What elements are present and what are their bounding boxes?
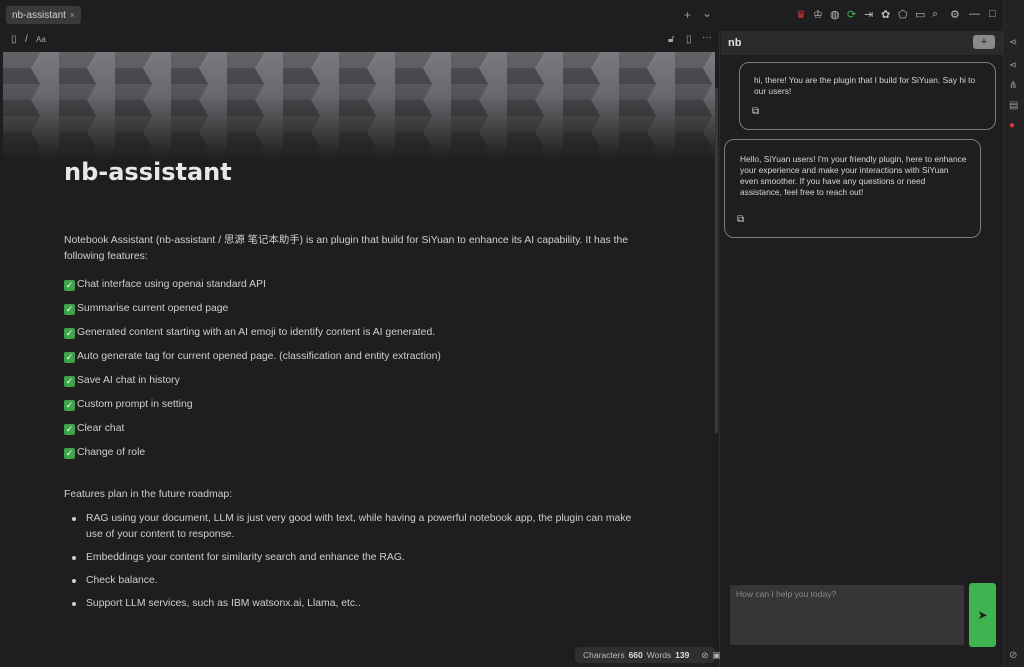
more-icon[interactable]: ··· [702,32,712,43]
feature-item: ✓ Save AI chat in history [64,375,180,387]
check-icon: ✓ [64,279,75,291]
file-icon[interactable]: ▯ [11,34,17,45]
breadcrumb-separator: / [25,34,28,45]
new-chat-button[interactable]: + [973,35,995,49]
import-icon[interactable]: ⇥ [864,8,873,21]
user-message: hi, there! You are the plugin that I bui… [739,62,996,130]
help-icon[interactable]: ⊘ [701,650,708,661]
document-icon[interactable]: ▯ [686,34,692,45]
font-size-icon[interactable]: Aa [36,35,46,44]
terminal-icon[interactable]: ▭ [915,8,925,21]
intro-paragraph: Notebook Assistant (nb-assistant / 思源 笔记… [64,235,629,262]
check-icon: ✓ [64,375,75,387]
editor-scrollbar[interactable] [715,88,718,433]
send-button[interactable]: ➤ [969,583,996,647]
layout-icon[interactable]: ▣ [712,650,720,661]
share-icon[interactable]: ⋖ [1009,37,1017,48]
search-icon[interactable]: ⌕ [932,8,938,21]
check-icon: ✓ [64,327,75,339]
list-item: Embeddings your content for similarity s… [64,550,644,566]
graph-icon[interactable]: ⋖ [1009,60,1017,71]
crown-outline-icon[interactable]: ♔ [813,8,823,21]
roadmap-heading: Features plan in the future roadmap: [64,489,233,500]
assistant-icon[interactable]: ● [1009,120,1015,131]
copy-icon[interactable]: ⧉ [737,214,744,225]
assistant-message: Hello, SiYuan users! I'm your friendly p… [724,139,981,238]
check-icon: ✓ [64,447,75,459]
editor-pane: nb-assistant × + ⌄ ▯ / Aa 🔓︎ ▯ ··· nb-as… [0,0,721,667]
list-item: Support LLM services, such as IBM watson… [64,596,644,612]
globe-icon[interactable]: ◍ [830,8,840,21]
maximize-icon[interactable]: □ [989,8,996,20]
cover-image [3,52,715,160]
chevron-down-icon[interactable]: ⌄ [702,6,712,20]
link-icon[interactable]: ⊘ [1009,650,1017,661]
copy-icon[interactable]: ⧉ [752,106,759,117]
document-body: Notebook Assistant (nb-assistant / 思源 笔记… [64,233,644,619]
check-icon: ✓ [64,423,75,435]
send-icon: ➤ [977,608,988,622]
check-icon: ✓ [64,351,75,363]
panel-title: nb [728,37,742,49]
list-item: Check balance. [64,573,644,589]
tag-icon[interactable]: ⬠ [898,8,908,21]
page-title: nb-assistant [64,158,232,186]
sync-icon[interactable]: ⟳ [847,8,856,21]
settings-icon[interactable]: ⚙ [950,8,960,21]
feature-item: ✓ Summarise current opened page [64,303,229,315]
tab-bar: nb-assistant × + ⌄ [0,0,720,30]
panel-header [721,31,1003,55]
calendar-icon[interactable]: ▤ [1009,100,1018,111]
check-icon: ✓ [64,399,75,411]
feature-item: ✓ Generated content starting with an AI e… [64,327,436,339]
status-bar: Characters 660 Words 139 ⊘ ▣ [575,647,721,663]
tab-label: nb-assistant [12,9,66,21]
roadmap-list: RAG using your document, LLM is just ver… [64,511,644,612]
feature-item: ✓ Custom prompt in setting [64,399,193,411]
chat-input[interactable] [730,585,964,645]
app-window: nb-assistant × + ⌄ ▯ / Aa 🔓︎ ▯ ··· nb-as… [0,0,1024,667]
plugin-icon[interactable]: ✿ [881,8,890,21]
lock-icon[interactable]: 🔓︎ [668,34,674,45]
close-icon[interactable]: × [70,10,75,20]
feature-item: ✓ Auto generate tag for current opened pa… [64,351,441,363]
crown-icon[interactable]: ♛ [796,8,806,21]
feature-item: ✓ Clear chat [64,423,125,435]
breadcrumb: ▯ / Aa 🔓︎ ▯ ··· [0,30,720,52]
right-dock: ⋖ ⋖ ⋔ ▤ ● ⊘ [1003,0,1024,667]
feature-item: ✓ Change of role [64,447,146,459]
feature-item: ✓ Chat interface using openai standard AP… [64,279,266,291]
check-icon: ✓ [64,303,75,315]
message-text: Hello, SiYuan users! I'm your friendly p… [740,154,967,197]
outline-icon[interactable]: ⋔ [1009,80,1017,91]
list-item: RAG using your document, LLM is just ver… [64,511,644,543]
minimize-icon[interactable]: — [969,8,980,20]
message-text: hi, there! You are the plugin that I bui… [754,75,976,96]
feature-list: ✓ Chat interface using openai standard AP… [64,273,644,465]
add-tab-icon[interactable]: + [684,8,691,22]
tab-nb-assistant[interactable]: nb-assistant × [6,6,81,24]
